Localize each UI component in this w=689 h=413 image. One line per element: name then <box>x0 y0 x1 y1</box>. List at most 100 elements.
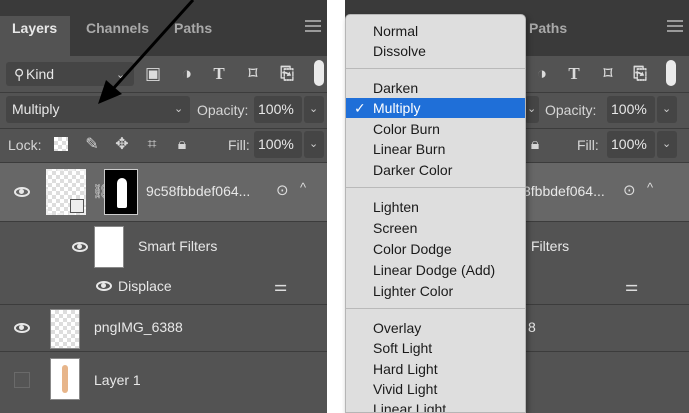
layer-name[interactable]: 9c58fbbdef064... <box>146 183 250 199</box>
layer-row-png[interactable]: pngIMG_6388 <box>0 305 327 351</box>
lock-paint-icon[interactable]: ✎ <box>84 137 100 153</box>
opacity-label: Opacity: <box>197 102 249 118</box>
menu-item-darken[interactable]: Darken <box>346 78 525 98</box>
blend-row: Multiply ⌄ Opacity: 100% ⌄ <box>0 92 327 128</box>
smart-object-filter-icon[interactable]: ⎘ <box>278 65 296 83</box>
menu-item-screen[interactable]: Screen <box>346 218 525 238</box>
search-icon: ⚲ <box>14 66 25 82</box>
lock-position-icon[interactable]: ✥ <box>114 137 130 153</box>
opacity-label: Opacity: <box>545 102 597 118</box>
filter-name[interactable]: Displace <box>118 278 172 294</box>
smart-object-filter-icon[interactable]: ⎘ <box>631 65 649 83</box>
fill-label: Fill: <box>228 137 250 153</box>
filter-mask-thumbnail[interactable] <box>94 226 124 268</box>
menu-item-color-burn[interactable]: Color Burn <box>346 119 525 139</box>
menu-item-vivid-light[interactable]: Vivid Light <box>346 379 525 399</box>
eye-icon[interactable] <box>96 281 112 291</box>
eye-icon[interactable] <box>14 187 30 197</box>
chevron-down-icon: ⌄ <box>309 138 319 150</box>
layer-name[interactable]: Layer 1 <box>94 372 141 388</box>
menu-item-darker-color[interactable]: Darker Color <box>346 160 525 180</box>
filter-kind-select[interactable]: ⚲ Kind ⌄ <box>6 62 134 86</box>
type-filter-icon[interactable]: T <box>210 65 228 83</box>
shape-filter-icon[interactable]: ⌑ <box>599 65 617 83</box>
fill-dropdown-button[interactable]: ⌄ <box>304 131 324 158</box>
menu-item-linear-light[interactable]: Linear Light <box>346 399 525 412</box>
smart-filter-icon: ⊙ <box>276 182 289 199</box>
lock-label: Lock: <box>8 137 42 153</box>
tab-paths[interactable]: Paths <box>529 16 567 56</box>
filter-options-icon[interactable]: ⚌ <box>274 277 287 295</box>
filter-toggle[interactable] <box>314 60 324 86</box>
blend-mode-select[interactable]: ⌄ <box>525 96 539 123</box>
chevron-down-icon: ⌄ <box>662 103 672 115</box>
smart-filters-label: Smart Filters <box>138 238 218 254</box>
chevron-down-icon: ⌄ <box>662 138 672 150</box>
filter-options-icon[interactable]: ⚌ <box>625 277 638 295</box>
shape-filter-icon[interactable]: ⌑ <box>244 65 262 83</box>
layer-name[interactable]: 3fbbdef064... <box>523 183 605 199</box>
smart-filter-icon: ⊙ <box>623 182 636 199</box>
lock-row: Lock: ✎ ✥ ⌗ 🔒︎ Fill: 100% ⌄ <box>0 128 327 162</box>
smart-object-badge-icon <box>70 199 84 213</box>
adjustment-filter-icon[interactable]: ◑ <box>533 65 551 83</box>
fill-dropdown-button[interactable]: ⌄ <box>657 131 677 158</box>
lock-artboard-icon[interactable]: ⌗ <box>144 137 160 153</box>
layer-row-smart-object[interactable]: ⛓ 9c58fbbdef064... ⊙ ^ <box>0 163 327 221</box>
panel-menu-icon[interactable] <box>667 20 683 32</box>
menu-item-linear-burn[interactable]: Linear Burn <box>346 139 525 159</box>
menu-item-lighten[interactable]: Lighten <box>346 197 525 217</box>
panel-menu-icon[interactable] <box>305 20 321 32</box>
tab-channels[interactable]: Channels <box>86 16 149 56</box>
filter-toggle[interactable] <box>666 60 676 86</box>
blend-mode-menu: Normal Dissolve Darken ✓ Multiply Color … <box>345 14 526 413</box>
mask-thumbnail[interactable] <box>104 169 138 215</box>
opacity-field[interactable]: 100% <box>254 96 302 123</box>
adjustment-filter-icon[interactable]: ◑ <box>178 65 196 83</box>
smart-filters-row[interactable]: Smart Filters <box>0 222 327 270</box>
fill-label: Fill: <box>577 137 599 153</box>
menu-item-hard-light[interactable]: Hard Light <box>346 359 525 379</box>
menu-item-dissolve[interactable]: Dissolve <box>346 41 525 61</box>
layer-thumbnail <box>50 309 80 349</box>
smart-filters-label: Filters <box>531 238 570 254</box>
collapse-icon[interactable]: ^ <box>300 180 306 195</box>
opacity-field[interactable]: 100% <box>607 96 655 123</box>
opacity-dropdown-button[interactable]: ⌄ <box>657 96 677 123</box>
filter-displace-row[interactable]: Displace ⚌ <box>0 270 327 304</box>
chevron-down-icon: ⌄ <box>527 103 537 115</box>
opacity-dropdown-button[interactable]: ⌄ <box>304 96 324 123</box>
lock-transparency-icon[interactable] <box>54 137 68 151</box>
eye-icon[interactable] <box>72 242 88 252</box>
image-filter-icon[interactable]: ▣ <box>144 65 162 83</box>
menu-item-lighter-color[interactable]: Lighter Color <box>346 281 525 301</box>
eye-icon[interactable] <box>14 323 30 333</box>
menu-separator <box>346 308 525 309</box>
filter-row: ⚲ Kind ⌄ ▣ ◑ T ⌑ ⎘ <box>0 56 327 92</box>
blend-mode-select[interactable]: Multiply ⌄ <box>6 96 190 123</box>
menu-item-linear-dodge[interactable]: Linear Dodge (Add) <box>346 260 525 280</box>
visibility-toggle-off[interactable] <box>14 372 30 388</box>
layer-thumbnail <box>50 358 80 400</box>
menu-item-color-dodge[interactable]: Color Dodge <box>346 239 525 259</box>
menu-item-normal[interactable]: Normal <box>346 21 525 41</box>
collapse-icon[interactable]: ^ <box>647 180 653 195</box>
menu-separator <box>346 68 525 69</box>
lock-all-icon[interactable]: 🔒︎ <box>174 137 190 153</box>
tab-layers[interactable]: Layers <box>0 16 70 56</box>
menu-item-overlay[interactable]: Overlay <box>346 318 525 338</box>
panel-tab-bar: Layers Channels Paths <box>0 0 327 56</box>
fill-field[interactable]: 100% <box>254 131 302 158</box>
layer-row-layer1[interactable]: Layer 1 <box>0 352 327 408</box>
checkmark-icon: ✓ <box>354 100 366 116</box>
fill-field[interactable]: 100% <box>607 131 655 158</box>
lock-all-icon[interactable]: 🔒︎ <box>527 137 543 153</box>
layer-name[interactable]: 8 <box>528 319 536 335</box>
menu-item-multiply[interactable]: ✓ Multiply <box>346 98 525 118</box>
menu-item-soft-light[interactable]: Soft Light <box>346 338 525 358</box>
chevron-down-icon: ⌄ <box>116 69 126 81</box>
tab-paths[interactable]: Paths <box>174 16 212 56</box>
layers-panel-left: Layers Channels Paths ⚲ Kind ⌄ ▣ ◑ T ⌑ ⎘… <box>0 0 327 413</box>
layer-name[interactable]: pngIMG_6388 <box>94 319 183 335</box>
type-filter-icon[interactable]: T <box>565 65 583 83</box>
